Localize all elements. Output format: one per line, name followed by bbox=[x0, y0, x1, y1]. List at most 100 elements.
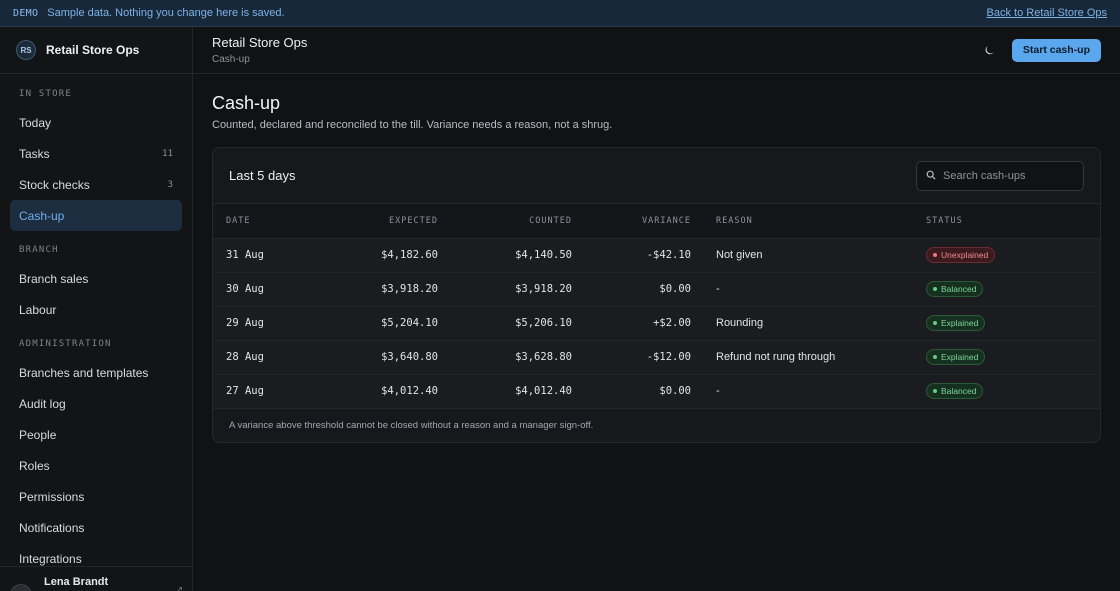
user-avatar: LB bbox=[10, 584, 32, 591]
sidebar-item-permissions[interactable]: Permissions bbox=[10, 481, 182, 512]
column-header-status[interactable]: STATUS bbox=[924, 204, 1100, 239]
demo-banner-text: Sample data. Nothing you change here is … bbox=[47, 7, 285, 19]
variance-cell: $0.00 bbox=[572, 272, 691, 307]
expand-icon[interactable]: ⤢ bbox=[174, 586, 182, 591]
column-header-expected[interactable]: EXPECTED bbox=[333, 204, 438, 239]
brand[interactable]: RS Retail Store Ops bbox=[0, 27, 192, 74]
search-icon bbox=[926, 168, 936, 183]
search-box[interactable] bbox=[916, 160, 1084, 191]
user-menu[interactable]: LB Lena Brandt ⤢ bbox=[0, 566, 192, 591]
sidebar-item-tasks[interactable]: Tasks 11 bbox=[10, 138, 182, 169]
table-row[interactable]: 29 Aug $5,204.10 $5,206.10 +$2.00 Rounding Ex… bbox=[213, 306, 1100, 341]
status-dot-icon bbox=[933, 389, 937, 393]
counted-cell: $4,012.40 bbox=[438, 374, 572, 409]
reason-cell: Refund not rung through bbox=[691, 340, 924, 375]
date-cell: 28 Aug bbox=[213, 340, 333, 375]
reason-cell: - bbox=[691, 272, 924, 307]
counted-cell: $4,140.50 bbox=[438, 238, 572, 273]
sidebar-item-audit-log[interactable]: Audit log bbox=[10, 388, 182, 419]
expected-cell: $4,012.40 bbox=[333, 374, 438, 409]
table-row[interactable]: 30 Aug $3,918.20 $3,918.20 $0.00- Balanced bbox=[213, 272, 1100, 307]
card-title: Last 5 days bbox=[229, 168, 296, 183]
sidebar-item-labour[interactable]: Labour bbox=[10, 294, 182, 325]
sidebar-item-label: Today bbox=[19, 115, 52, 130]
status-badge: Unexplained bbox=[926, 247, 996, 263]
demo-tag: DEMO bbox=[13, 7, 39, 19]
header-title: Retail Store Ops bbox=[212, 35, 308, 50]
sidebar-item-label: Audit log bbox=[19, 396, 66, 411]
column-header-date[interactable]: DATE bbox=[213, 204, 333, 239]
sidebar-item-label: Labour bbox=[19, 302, 57, 317]
sidebar-item-label: Integrations bbox=[19, 551, 82, 566]
status-badge: Explained bbox=[926, 315, 986, 331]
header-subtitle: Cash-up bbox=[212, 54, 250, 65]
column-header-reason[interactable]: REASON bbox=[691, 204, 924, 239]
sidebar-item-notifications[interactable]: Notifications bbox=[10, 512, 182, 543]
sidebar-item-label: Cash-up bbox=[19, 208, 65, 223]
start-cash-up-button[interactable]: Start cash-up bbox=[1011, 38, 1101, 62]
date-cell: 31 Aug bbox=[213, 238, 333, 273]
sidebar-item-cash-up[interactable]: Cash-up bbox=[10, 200, 182, 231]
search-input[interactable] bbox=[943, 169, 1073, 182]
table-footnote: A variance above threshold cannot be clo… bbox=[229, 419, 594, 431]
expected-cell: $3,918.20 bbox=[333, 272, 438, 307]
back-link[interactable]: Back to Retail Store Ops bbox=[987, 7, 1107, 19]
reason-cell: Rounding bbox=[691, 306, 924, 341]
status-label: Explained bbox=[941, 318, 979, 328]
top-header: Retail Store Ops Cash-up Start cash-up bbox=[193, 27, 1120, 74]
nav-section-label: IN STORE bbox=[19, 89, 72, 99]
table-row[interactable]: 27 Aug $4,012.40 $4,012.40 $0.00- Balanced bbox=[213, 374, 1100, 409]
status-badge: Balanced bbox=[926, 281, 984, 297]
sidebar-item-label: People bbox=[19, 427, 57, 442]
sidebar-item-label: Stock checks bbox=[19, 177, 90, 192]
sidebar-nav: IN STORE Today Tasks 11 Stock checks 3 Cash-up… bbox=[0, 74, 192, 566]
brand-avatar: RS bbox=[16, 40, 36, 60]
table-row[interactable]: 31 Aug $4,182.60 $4,140.50 -$42.10 Not given… bbox=[213, 238, 1100, 273]
variance-cell: -$42.10 bbox=[572, 238, 691, 273]
main-content: Cash-up Counted, declared and reconciled… bbox=[212, 74, 1102, 443]
sidebar-item-count: 3 bbox=[167, 179, 173, 190]
cash-ups-table: DATE EXPECTED COUNTED VARIANCE REASON ST… bbox=[213, 204, 1100, 409]
sidebar-item-people[interactable]: People bbox=[10, 419, 182, 450]
moon-icon[interactable] bbox=[981, 41, 999, 59]
counted-cell: $3,628.80 bbox=[438, 340, 572, 375]
sidebar-item-label: Permissions bbox=[19, 489, 85, 504]
status-cell: Balanced bbox=[924, 374, 1100, 409]
sidebar-item-roles[interactable]: Roles bbox=[10, 450, 182, 481]
counted-cell: $5,206.10 bbox=[438, 306, 572, 341]
table-row[interactable]: 28 Aug $3,640.80 $3,628.80 -$12.00 Refund no… bbox=[213, 340, 1100, 375]
nav-section-label: ADMINISTRATION bbox=[19, 339, 112, 349]
column-header-counted[interactable]: COUNTED bbox=[438, 204, 572, 239]
status-cell: Balanced bbox=[924, 272, 1100, 307]
sidebar-item-label: Roles bbox=[19, 458, 50, 473]
sidebar-item-label: Branches and templates bbox=[19, 365, 149, 380]
user-name: Lena Brandt bbox=[44, 576, 109, 588]
sidebar-item-branches-and-templates[interactable]: Branches and templates bbox=[10, 357, 182, 388]
status-dot-icon bbox=[933, 287, 937, 291]
status-label: Explained bbox=[941, 352, 979, 362]
status-dot-icon bbox=[933, 321, 937, 325]
status-label: Balanced bbox=[941, 284, 977, 294]
column-header-variance[interactable]: VARIANCE bbox=[572, 204, 691, 239]
page-description: Counted, declared and reconciled to the … bbox=[212, 119, 613, 131]
variance-cell: -$12.00 bbox=[572, 340, 691, 375]
date-cell: 30 Aug bbox=[213, 272, 333, 307]
sidebar-item-branch-sales[interactable]: Branch sales bbox=[10, 263, 182, 294]
sidebar-item-stock-checks[interactable]: Stock checks 3 bbox=[10, 169, 182, 200]
expected-cell: $4,182.60 bbox=[333, 238, 438, 273]
date-cell: 29 Aug bbox=[213, 306, 333, 341]
status-dot-icon bbox=[933, 253, 937, 257]
sidebar-item-integrations[interactable]: Integrations bbox=[10, 543, 182, 566]
sidebar-item-label: Branch sales bbox=[19, 271, 89, 286]
table-header-row: DATE EXPECTED COUNTED VARIANCE REASON ST… bbox=[213, 204, 1100, 239]
cash-ups-card: Last 5 days DATE EXPECTED COUNTED VARIAN… bbox=[212, 147, 1101, 443]
sidebar-item-label: Tasks bbox=[19, 146, 50, 161]
reason-cell: - bbox=[691, 374, 924, 409]
brand-name: Retail Store Ops bbox=[46, 43, 140, 57]
sidebar-item-today[interactable]: Today bbox=[10, 107, 182, 138]
status-cell: Explained bbox=[924, 340, 1100, 375]
status-badge: Balanced bbox=[926, 383, 984, 399]
expected-cell: $5,204.10 bbox=[333, 306, 438, 341]
variance-cell: $0.00 bbox=[572, 374, 691, 409]
demo-banner: DEMO Sample data. Nothing you change her… bbox=[0, 0, 1120, 27]
